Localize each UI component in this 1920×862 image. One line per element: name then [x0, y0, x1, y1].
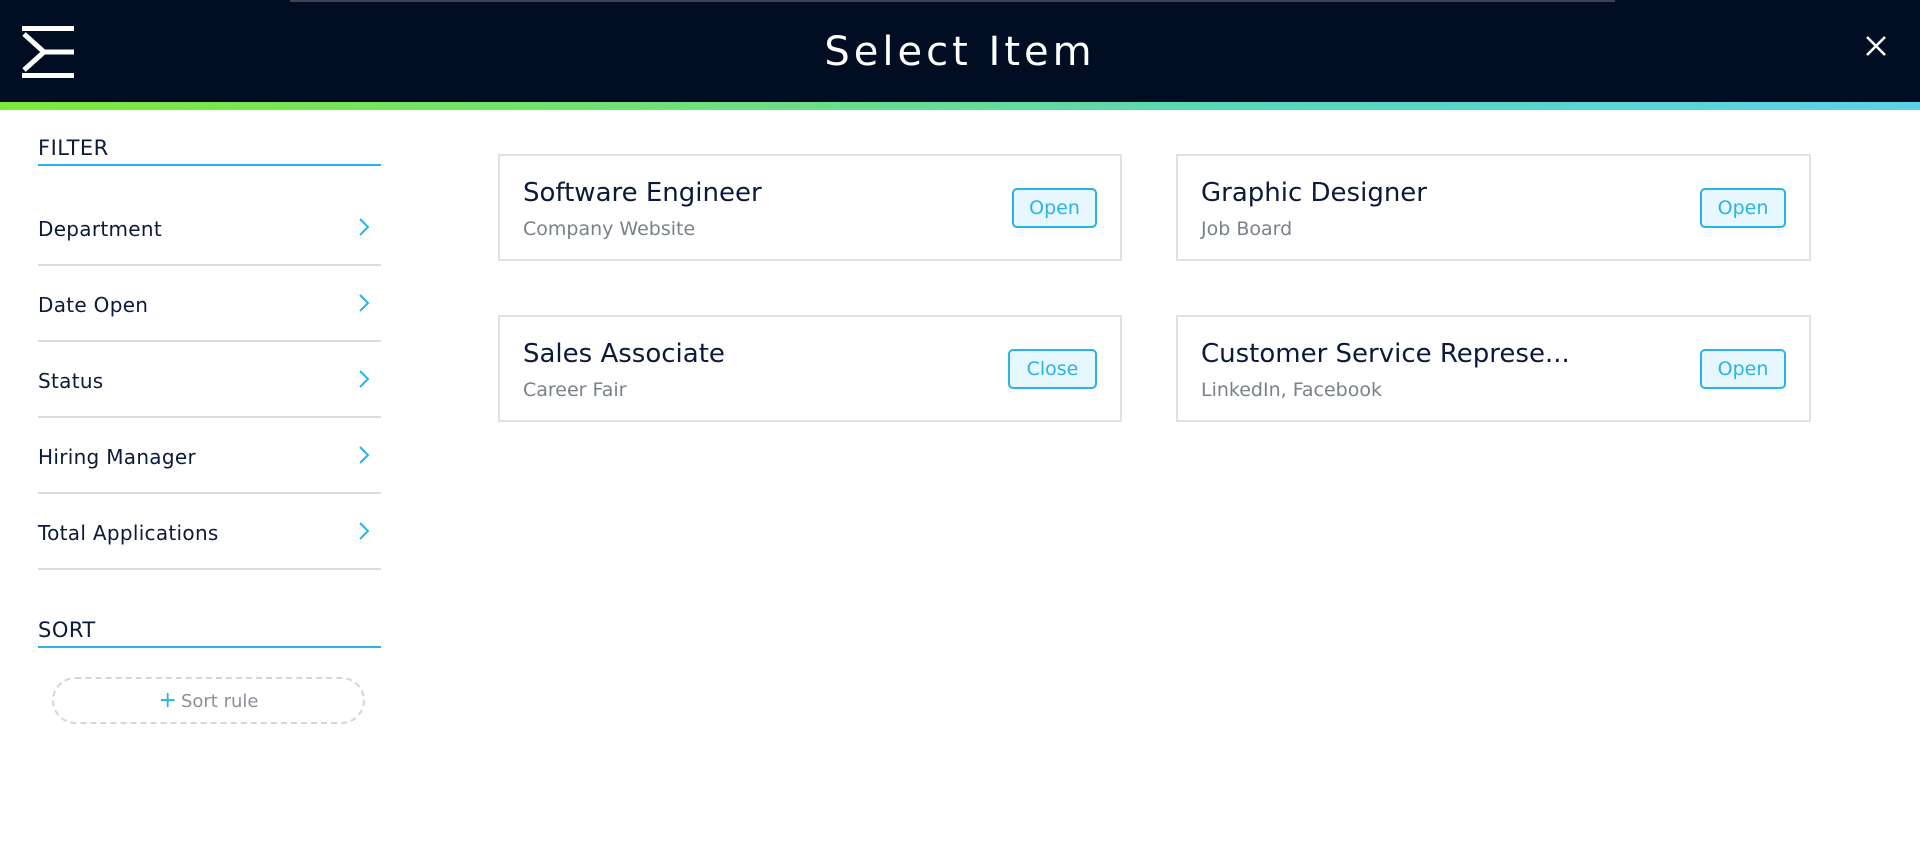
filter-item-total-applications[interactable]: Total Applications: [38, 494, 381, 570]
header-bar: Select Item: [0, 0, 1920, 102]
item-title: Graphic Designer: [1201, 178, 1427, 208]
item-source: Job Board: [1201, 218, 1293, 240]
page-title: Select Item: [824, 29, 1096, 75]
filter-item-label: Date Open: [38, 293, 149, 317]
status-open-button[interactable]: Open: [1700, 188, 1786, 228]
status-close-button[interactable]: Close: [1008, 349, 1097, 389]
filter-item-department[interactable]: Department: [38, 190, 381, 266]
item-title: Software Engineer: [523, 178, 762, 208]
filter-item-date-open[interactable]: Date Open: [38, 266, 381, 342]
chevron-right-icon: [359, 294, 370, 312]
filter-item-label: Department: [38, 217, 163, 241]
add-sort-rule-button[interactable]: + Sort rule: [52, 677, 365, 724]
chevron-right-icon: [359, 446, 370, 464]
filter-item-hiring-manager[interactable]: Hiring Manager: [38, 418, 381, 494]
item-title: Customer Service Represe...: [1201, 339, 1570, 369]
filter-item-label: Total Applications: [38, 521, 219, 545]
filter-heading-label: FILTER: [38, 136, 109, 160]
status-open-button[interactable]: Open: [1700, 349, 1786, 389]
item-card-software-engineer[interactable]: Software Engineer Company Website Open: [498, 154, 1122, 261]
sort-rule-label: Sort rule: [180, 691, 259, 712]
item-card-customer-service[interactable]: Customer Service Represe... LinkedIn, Fa…: [1176, 315, 1811, 422]
item-source: Company Website: [523, 218, 696, 240]
filter-heading: FILTER: [38, 110, 381, 166]
close-icon[interactable]: [1860, 30, 1892, 62]
chevron-right-icon: [359, 218, 370, 236]
item-card-graphic-designer[interactable]: Graphic Designer Job Board Open: [1176, 154, 1811, 261]
filter-item-status[interactable]: Status: [38, 342, 381, 418]
sort-heading: SORT: [38, 592, 381, 648]
header-gradient-bar: [0, 102, 1920, 110]
filter-item-label: Hiring Manager: [38, 445, 196, 469]
chevron-right-icon: [359, 522, 370, 540]
filter-item-label: Status: [38, 369, 104, 393]
item-source: Career Fair: [523, 379, 627, 401]
item-card-sales-associate[interactable]: Sales Associate Career Fair Close: [498, 315, 1122, 422]
item-source: LinkedIn, Facebook: [1201, 379, 1382, 401]
status-open-button[interactable]: Open: [1012, 188, 1097, 228]
plus-icon: +: [158, 688, 177, 713]
chevron-right-icon: [359, 370, 370, 388]
sort-heading-label: SORT: [38, 618, 96, 642]
item-title: Sales Associate: [523, 339, 725, 369]
